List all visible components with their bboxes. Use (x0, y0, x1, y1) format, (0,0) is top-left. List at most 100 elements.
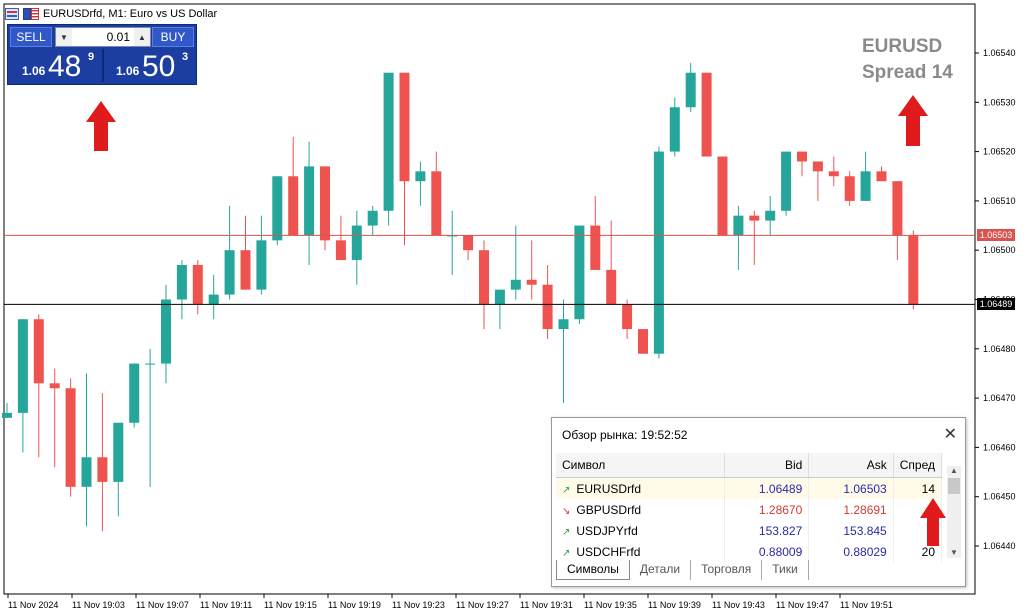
candle-body (192, 264, 203, 305)
candle-body (653, 151, 664, 354)
scroll-down-icon[interactable]: ▼ (948, 548, 960, 558)
close-icon[interactable]: ✕ (944, 424, 957, 444)
cell-symbol: ↗ USDJPYrfd (556, 520, 725, 541)
y-axis-tick-label: 1.06520 (983, 147, 1016, 157)
symbol-flags-icon (23, 8, 39, 20)
candle-body (383, 72, 394, 211)
candle-body (669, 107, 680, 152)
chart-titlebar: EURUSDrfd, M1: Euro vs US Dollar (5, 6, 217, 22)
candle-body (526, 279, 537, 285)
buy-price-big: 50 (142, 50, 176, 83)
cell-spread: 14 (893, 477, 943, 499)
candle-body (733, 215, 744, 236)
candle-body (97, 457, 108, 482)
x-axis-tick-label: 11 Nov 19:43 (712, 600, 765, 610)
sell-price-display[interactable]: 1.06 48 9 (10, 49, 102, 83)
candle-body (240, 250, 251, 290)
tab-item[interactable]: Детали (630, 560, 692, 580)
candle-body (606, 269, 617, 305)
one-click-trading-panel: SELL ▼ ▲ BUY 1.06 48 9 1.06 50 3 (7, 24, 197, 85)
col-header-spread[interactable]: Спред (893, 453, 943, 478)
annotation-arrow-right (898, 95, 928, 146)
scroll-thumb[interactable] (948, 478, 960, 494)
candle-body (812, 161, 823, 172)
x-axis-tick-label: 11 Nov 19:27 (456, 600, 509, 610)
candle-body (351, 225, 362, 261)
cell-ask: 153.845 (808, 520, 894, 541)
chart-window-icon (5, 8, 19, 20)
candle-body (431, 171, 442, 236)
tab-active[interactable]: Символы (556, 560, 630, 580)
candle-body (542, 284, 553, 330)
table-row[interactable]: ↗ USDCHFrfd 0.88009 0.88029 20 (556, 541, 943, 562)
candle-body (590, 225, 601, 270)
candle-body (797, 151, 807, 162)
table-row[interactable]: ↘ GBPUSDrfd 1.28670 1.28691 (556, 499, 943, 520)
candle-body (81, 457, 92, 487)
spread-annotation-symbol: EURUSD (862, 36, 943, 57)
trend-up-icon: ↗ (562, 484, 571, 496)
candle-body (161, 299, 171, 364)
table-row[interactable]: ↗ USDJPYrfd 153.827 153.845 (556, 520, 943, 541)
candle-body (113, 422, 124, 482)
sell-price-big: 48 (48, 50, 82, 83)
trend-up-icon: ↗ (562, 526, 571, 538)
lot-size-input[interactable] (72, 29, 134, 45)
chart-title: EURUSDrfd, M1: Euro vs US Dollar (43, 8, 218, 20)
candle-body (749, 215, 760, 221)
chevron-down-icon: ▼ (60, 32, 68, 42)
candle-body (638, 329, 648, 354)
scroll-up-icon[interactable]: ▲ (948, 466, 960, 476)
y-axis-tick-label: 1.06540 (983, 48, 1016, 58)
candle-body (463, 235, 474, 251)
buy-button[interactable]: BUY (152, 27, 194, 47)
candle-body (717, 156, 728, 236)
candle-body (510, 279, 521, 290)
lot-size-stepper: ▼ ▲ (55, 27, 151, 47)
candle-body (622, 304, 633, 330)
candle-body (765, 210, 776, 221)
cell-symbol: ↗ EURUSDrfd (556, 477, 725, 499)
candle-body (860, 171, 871, 201)
candle-body (876, 171, 887, 182)
market-watch-scrollbar[interactable]: ▲ ▼ (947, 466, 961, 558)
x-axis-tick-label: 11 Nov 19:03 (72, 600, 125, 610)
col-header-symbol[interactable]: Символ (556, 453, 725, 478)
lot-decrease-button[interactable]: ▼ (56, 28, 72, 46)
x-axis-tick-label: 11 Nov 19:35 (584, 600, 637, 610)
table-row[interactable]: ↗ EURUSDrfd 1.06489 1.06503 14 (556, 477, 943, 499)
candle-body (65, 388, 76, 487)
x-axis-tick-label: 11 Nov 19:23 (392, 600, 445, 610)
candle-body (844, 176, 855, 201)
buy-price-display[interactable]: 1.06 50 3 (104, 49, 194, 83)
y-axis-tick-label: 1.06440 (983, 541, 1016, 551)
col-header-ask[interactable]: Ask (808, 453, 894, 478)
x-axis-tick-label: 11 Nov 19:15 (264, 600, 317, 610)
x-axis-tick-label: 11 Nov 19:07 (136, 600, 189, 610)
candle-body (272, 176, 283, 241)
x-axis-tick-label: 11 Nov 19:31 (520, 600, 573, 610)
annotation-arrow-left (86, 101, 116, 151)
buy-price-sup: 3 (182, 51, 189, 63)
trend-up-icon: ↗ (562, 547, 571, 559)
sell-button[interactable]: SELL (10, 27, 52, 47)
x-axis-tick-label: 11 Nov 19:19 (328, 600, 381, 610)
cell-symbol: ↗ USDCHFrfd (556, 541, 725, 562)
lot-increase-button[interactable]: ▲ (134, 28, 150, 46)
tab-item[interactable]: Тики (762, 560, 809, 580)
candle-body (208, 294, 219, 305)
sell-price-prefix: 1.06 (22, 64, 46, 78)
candle-body (558, 319, 569, 330)
candle-body (892, 181, 903, 236)
candle-body (49, 383, 60, 389)
buy-price-prefix: 1.06 (116, 64, 140, 78)
y-axis-tick-label: 1.06530 (983, 97, 1016, 107)
tab-item[interactable]: Торговля (691, 560, 763, 580)
candle-body (908, 235, 919, 305)
symbol-name: GBPUSDrfd (576, 502, 642, 517)
symbol-name: USDJPYrfd (576, 523, 638, 538)
candle-body (574, 225, 585, 320)
col-header-bid[interactable]: Bid (724, 453, 810, 478)
market-watch-tabs: Символы Детали Торговля Тики (556, 560, 809, 580)
candle-body (415, 171, 426, 182)
